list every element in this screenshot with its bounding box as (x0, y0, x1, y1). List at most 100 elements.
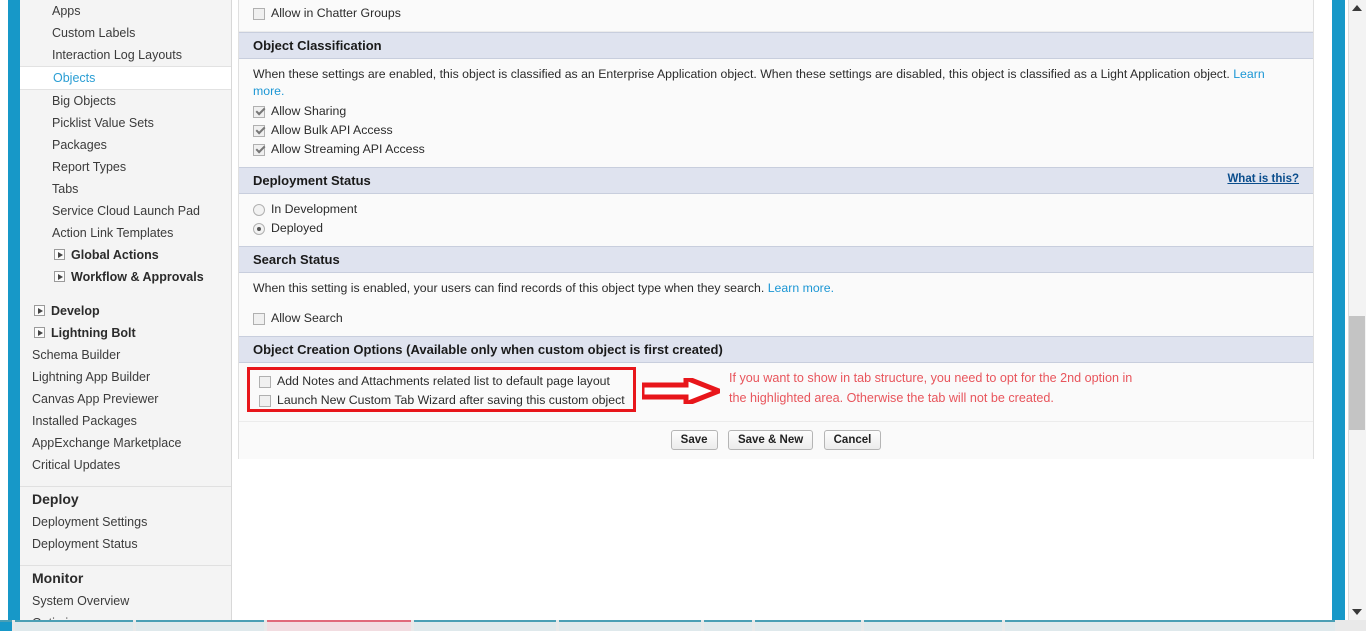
expand-triangle-icon[interactable] (54, 271, 65, 282)
sidebar-spacer (20, 288, 231, 300)
section-title: Object Classification (253, 38, 382, 53)
sidebar-item-custom-labels[interactable]: Custom Labels (20, 22, 231, 44)
save-button[interactable]: Save (671, 430, 718, 450)
sidebar-item-service-cloud-launch-pad[interactable]: Service Cloud Launch Pad (20, 200, 231, 222)
section-body-search-status: When this setting is enabled, your users… (239, 273, 1313, 336)
taskbar-item[interactable] (15, 620, 133, 631)
sidebar-item-action-link-templates[interactable]: Action Link Templates (20, 222, 231, 244)
option-label: Allow Search (271, 309, 343, 328)
taskbar-item[interactable] (414, 620, 556, 631)
sidebar-item-develop[interactable]: Develop (20, 300, 231, 322)
option-allow-search[interactable]: Allow Search (253, 309, 1299, 328)
radio-icon[interactable] (253, 204, 265, 216)
object-classification-description: When these settings are enabled, this ob… (253, 66, 1299, 100)
sidebar-item-objects[interactable]: Objects (20, 66, 231, 90)
sidebar-item-critical-updates[interactable]: Critical Updates (20, 454, 231, 476)
taskbar-item[interactable] (704, 620, 752, 631)
option-label: In Development (271, 200, 357, 219)
expand-triangle-icon[interactable] (54, 249, 65, 260)
sidebar-item-interaction-log-layouts[interactable]: Interaction Log Layouts (20, 44, 231, 66)
option-label: Allow Bulk API Access (271, 121, 393, 140)
sidebar-item-canvas-app-previewer[interactable]: Canvas App Previewer (20, 388, 231, 410)
annotation-line-2: the highlighted area. Otherwise the tab … (729, 388, 1209, 408)
chatter-groups-row: Allow in Chatter Groups (239, 0, 1313, 32)
sidebar-item-workflow-approvals[interactable]: Workflow & Approvals (20, 266, 231, 288)
sidebar-item-global-actions[interactable]: Global Actions (20, 244, 231, 266)
sidebar-heading-monitor: Monitor (20, 566, 231, 590)
taskbar-item[interactable] (864, 620, 1002, 631)
page-scrollbar-thumb[interactable] (1349, 316, 1365, 430)
section-header-object-creation-options: Object Creation Options (Available only … (239, 336, 1313, 363)
radio-deployed[interactable]: Deployed (253, 219, 1299, 238)
taskbar-item[interactable] (1005, 620, 1335, 631)
form-button-bar: Save Save & New Cancel (239, 421, 1313, 459)
section-body-object-classification: When these settings are enabled, this ob… (239, 59, 1313, 167)
description-text: When these settings are enabled, this ob… (253, 67, 1233, 81)
sidebar-item-optimizer[interactable]: Optimizer (20, 612, 231, 620)
expand-triangle-icon[interactable] (34, 327, 45, 338)
scroll-down-arrow-icon[interactable] (1348, 604, 1366, 620)
option-label: Allow in Chatter Groups (271, 4, 401, 23)
taskbar-rail (0, 620, 12, 631)
option-allow-bulk-api-access[interactable]: Allow Bulk API Access (253, 121, 1299, 140)
page-scrollbar-track[interactable] (1348, 0, 1366, 620)
save-and-new-button[interactable]: Save & New (728, 430, 813, 450)
annotation-line-1: If you want to show in tab structure, yo… (729, 368, 1209, 388)
section-header-deployment-status: Deployment Status What is this? (239, 167, 1313, 194)
taskbar-item[interactable] (267, 620, 411, 631)
checkbox-icon[interactable] (253, 313, 265, 325)
checkbox-icon[interactable] (259, 376, 271, 388)
cancel-button[interactable]: Cancel (824, 430, 882, 450)
custom-object-form-panel: Allow in Chatter Groups Object Classific… (238, 0, 1314, 459)
checkbox-checked-icon[interactable] (253, 144, 265, 156)
section-title: Object Creation Options (Available only … (253, 342, 723, 357)
expand-triangle-icon[interactable] (34, 305, 45, 316)
scroll-up-arrow-icon[interactable] (1348, 0, 1366, 16)
sidebar-item-big-objects[interactable]: Big Objects (20, 90, 231, 112)
sidebar-item-apps[interactable]: Apps (20, 0, 231, 22)
taskbar-item[interactable] (136, 620, 264, 631)
left-blue-rail (8, 0, 20, 620)
sidebar-item-report-types[interactable]: Report Types (20, 156, 231, 178)
sidebar-item-lightning-bolt[interactable]: Lightning Bolt (20, 322, 231, 344)
checkbox-checked-icon[interactable] (253, 125, 265, 137)
section-title: Search Status (253, 252, 340, 267)
checkbox-icon[interactable] (253, 8, 265, 20)
sidebar-item-picklist-value-sets[interactable]: Picklist Value Sets (20, 112, 231, 134)
sidebar-item-deployment-status[interactable]: Deployment Status (20, 533, 231, 555)
option-label: Launch New Custom Tab Wizard after savin… (277, 391, 625, 410)
radio-in-development[interactable]: In Development (253, 200, 1299, 219)
sidebar-item-label: Develop (51, 304, 100, 318)
sidebar-item-system-overview[interactable]: System Overview (20, 590, 231, 612)
radio-selected-icon[interactable] (253, 223, 265, 235)
left-edge-spacer (0, 0, 8, 620)
section-body-object-creation-options: Add Notes and Attachments related list t… (239, 363, 1313, 421)
taskbar-item[interactable] (755, 620, 861, 631)
section-header-object-classification: Object Classification (239, 32, 1313, 59)
what-is-this-link[interactable]: What is this? (1227, 173, 1299, 185)
sidebar-item-packages[interactable]: Packages (20, 134, 231, 156)
sidebar-item-appexchange-marketplace[interactable]: AppExchange Marketplace (20, 432, 231, 454)
learn-more-link[interactable]: Learn more. (768, 281, 834, 295)
sidebar-item-schema-builder[interactable]: Schema Builder (20, 344, 231, 366)
option-label: Allow Streaming API Access (271, 140, 425, 159)
setup-sidebar[interactable]: Apps Custom Labels Interaction Log Layou… (20, 0, 232, 620)
sidebar-group-monitor: Monitor System Overview Optimizer (20, 566, 231, 620)
section-header-search-status: Search Status (239, 246, 1313, 273)
sidebar-item-label: Global Actions (71, 248, 159, 262)
os-taskbar[interactable] (0, 620, 1366, 631)
section-title: Deployment Status (253, 173, 371, 188)
checkbox-icon[interactable] (259, 395, 271, 407)
sidebar-item-lightning-app-builder[interactable]: Lightning App Builder (20, 366, 231, 388)
annotation-text: If you want to show in tab structure, yo… (729, 368, 1209, 408)
option-allow-sharing[interactable]: Allow Sharing (253, 102, 1299, 121)
option-allow-streaming-api-access[interactable]: Allow Streaming API Access (253, 140, 1299, 159)
sidebar-item-tabs[interactable]: Tabs (20, 178, 231, 200)
checkbox-checked-icon[interactable] (253, 106, 265, 118)
taskbar-item[interactable] (559, 620, 701, 631)
sidebar-group-build: Apps Custom Labels Interaction Log Layou… (20, 0, 231, 288)
sidebar-item-installed-packages[interactable]: Installed Packages (20, 410, 231, 432)
option-allow-in-chatter-groups[interactable]: Allow in Chatter Groups (253, 4, 1299, 23)
sidebar-item-label: Lightning Bolt (51, 326, 136, 340)
sidebar-item-deployment-settings[interactable]: Deployment Settings (20, 511, 231, 533)
